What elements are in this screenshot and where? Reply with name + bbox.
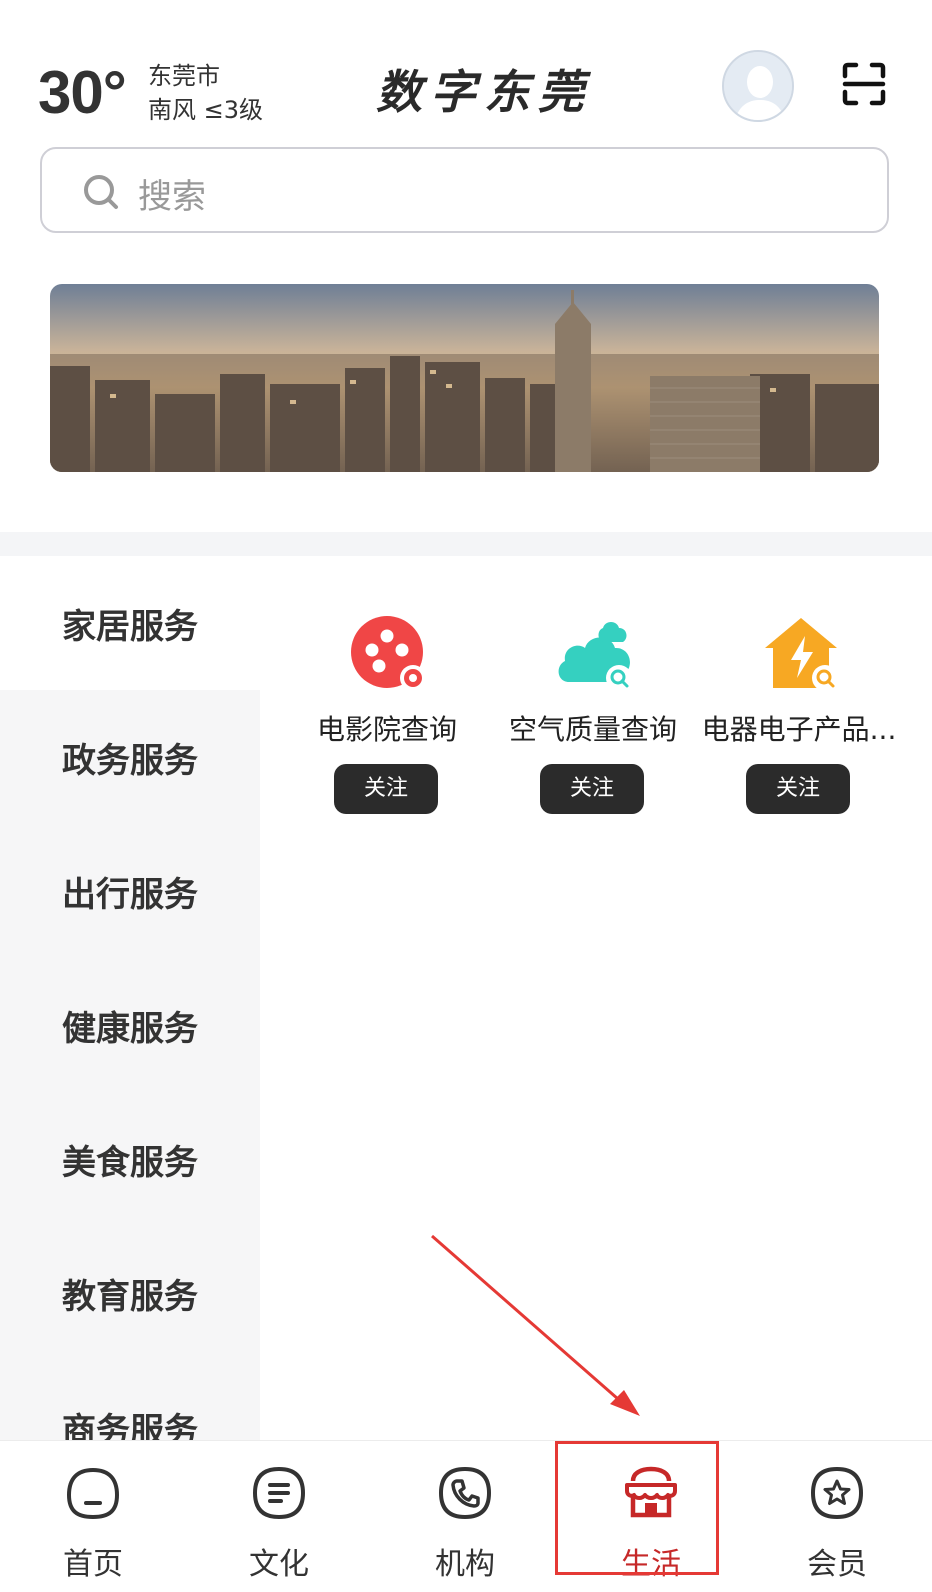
search-placeholder: 搜索 bbox=[138, 177, 206, 217]
city-skyline-image bbox=[50, 284, 879, 472]
city-banner[interactable] bbox=[50, 284, 879, 472]
service-card-cinema[interactable]: 电影院查询 关注 bbox=[284, 614, 490, 814]
service-label: 电影院查询 bbox=[316, 713, 457, 746]
follow-button[interactable]: 关注 bbox=[540, 764, 644, 814]
nav-item-institutions[interactable]: 机构 bbox=[372, 1441, 558, 1592]
avatar[interactable] bbox=[722, 50, 794, 122]
document-lines-icon bbox=[252, 1466, 306, 1520]
nav-label: 会员 bbox=[807, 1547, 867, 1582]
category-item-government[interactable]: 政务服务 bbox=[0, 690, 260, 824]
nav-item-life[interactable]: 生活 bbox=[558, 1441, 744, 1592]
service-label: 电器电子产品... bbox=[701, 713, 897, 746]
category-item-health[interactable]: 健康服务 bbox=[0, 958, 260, 1092]
house-bolt-icon bbox=[765, 618, 838, 691]
category-item-business[interactable]: 商务服务 bbox=[0, 1360, 260, 1441]
follow-button[interactable]: 关注 bbox=[746, 764, 850, 814]
header: 30° 东莞市 南风 ≤3级 数字东莞 bbox=[0, 0, 932, 145]
bottom-nav: 首页 文化 机构 生活 会员 bbox=[0, 1440, 932, 1592]
temperature: 30° bbox=[38, 59, 127, 126]
nav-label: 首页 bbox=[63, 1547, 123, 1582]
nav-item-member[interactable]: 会员 bbox=[744, 1441, 930, 1592]
scan-icon[interactable] bbox=[842, 62, 886, 106]
category-item-travel[interactable]: 出行服务 bbox=[0, 824, 260, 958]
annotation-arrow bbox=[431, 1234, 640, 1416]
service-card-air-quality[interactable]: 空气质量查询 关注 bbox=[490, 614, 696, 814]
nav-label: 生活 bbox=[621, 1547, 681, 1582]
service-card-electronics[interactable]: 电器电子产品... 关注 bbox=[696, 614, 902, 814]
nav-item-culture[interactable]: 文化 bbox=[186, 1441, 372, 1592]
shop-awning-icon bbox=[625, 1466, 677, 1518]
user-avatar-icon bbox=[724, 52, 792, 120]
star-badge-icon bbox=[810, 1466, 864, 1520]
category-item-food[interactable]: 美食服务 bbox=[0, 1092, 260, 1226]
section-divider bbox=[0, 532, 932, 556]
search-input[interactable]: 搜索 bbox=[40, 147, 889, 233]
nav-label: 文化 bbox=[249, 1547, 309, 1582]
app-title: 数字东莞 bbox=[376, 65, 592, 119]
cloud-search-icon bbox=[558, 622, 632, 691]
category-item-home[interactable]: 家居服务 bbox=[0, 556, 260, 690]
service-label: 空气质量查询 bbox=[508, 713, 677, 746]
weather-wind: 南风 ≤3级 bbox=[148, 96, 264, 124]
film-reel-icon bbox=[351, 616, 426, 691]
category-item-education[interactable]: 教育服务 bbox=[0, 1226, 260, 1360]
phone-icon bbox=[438, 1466, 492, 1520]
nav-item-home[interactable]: 首页 bbox=[0, 1441, 186, 1592]
nav-label: 机构 bbox=[435, 1547, 495, 1582]
search-icon bbox=[84, 175, 118, 209]
category-sidebar: 家居服务 政务服务 出行服务 健康服务 美食服务 教育服务 商务服务 bbox=[0, 556, 260, 1440]
weather-city: 东莞市 bbox=[148, 62, 220, 90]
home-face-icon bbox=[66, 1467, 120, 1520]
follow-button[interactable]: 关注 bbox=[334, 764, 438, 814]
